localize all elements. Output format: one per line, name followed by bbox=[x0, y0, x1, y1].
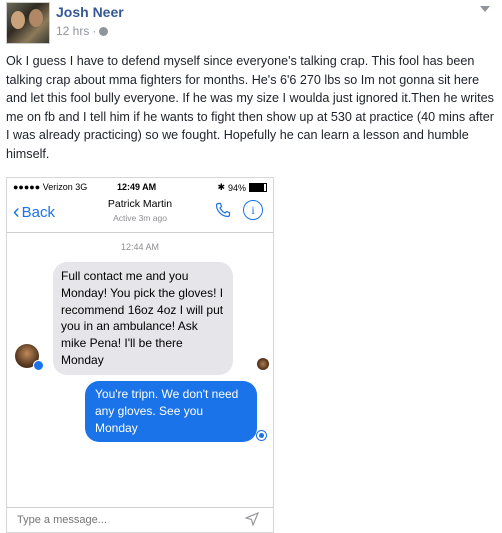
incoming-message: Full contact me and you Monday! You pick… bbox=[53, 262, 233, 375]
info-icon[interactable]: i bbox=[243, 200, 263, 220]
status-bar: ●●●●● Verizon 3G 12:49 AM ✱ 94% bbox=[7, 178, 273, 196]
post-header: Josh Neer 12 hrs · bbox=[0, 0, 502, 46]
phone-icon[interactable] bbox=[215, 202, 231, 223]
author-avatar[interactable] bbox=[6, 2, 50, 44]
author-name[interactable]: Josh Neer bbox=[56, 4, 124, 20]
post-meta: 12 hrs · bbox=[56, 24, 109, 38]
contact-info: Patrick Martin Active 3m ago bbox=[7, 198, 273, 223]
avatar-figure bbox=[11, 11, 25, 29]
conversation-header: ‹ Back Patrick Martin Active 3m ago i bbox=[7, 196, 273, 233]
bluetooth-icon: ✱ bbox=[217, 182, 225, 192]
carrier: ●●●●● Verizon 3G bbox=[13, 182, 87, 192]
avatar-figure bbox=[29, 9, 43, 27]
compose-bar bbox=[7, 507, 273, 532]
network-type: 3G bbox=[75, 182, 88, 192]
messenger-badge-icon bbox=[33, 360, 44, 371]
battery-status: ✱ 94% bbox=[217, 182, 267, 193]
message-screenshot: ●●●●● Verizon 3G 12:49 AM ✱ 94% ‹ Back P… bbox=[6, 177, 274, 533]
post-body: Ok I guess I have to defend myself since… bbox=[6, 54, 494, 161]
message-input[interactable] bbox=[17, 514, 217, 526]
battery-percent: 94% bbox=[227, 182, 246, 193]
post-time[interactable]: 12 hrs bbox=[56, 24, 89, 38]
contact-name: Patrick Martin bbox=[107, 198, 173, 210]
meta-separator: · bbox=[92, 24, 97, 38]
signal-icon: ●●●●● bbox=[13, 182, 41, 192]
chevron-down-icon[interactable] bbox=[480, 6, 490, 12]
message-timestamp: 12:44 AM bbox=[120, 242, 160, 252]
sent-status-icon bbox=[256, 430, 267, 441]
outgoing-message: You're tripn. We don't need any gloves. … bbox=[85, 381, 257, 443]
seen-avatar bbox=[257, 358, 269, 370]
status-time: 12:49 AM bbox=[117, 182, 157, 192]
carrier-name: Verizon bbox=[42, 182, 73, 192]
battery-icon bbox=[249, 183, 267, 192]
send-icon[interactable] bbox=[245, 512, 259, 526]
globe-icon[interactable] bbox=[99, 26, 109, 36]
contact-status: Active 3m ago bbox=[113, 213, 167, 223]
